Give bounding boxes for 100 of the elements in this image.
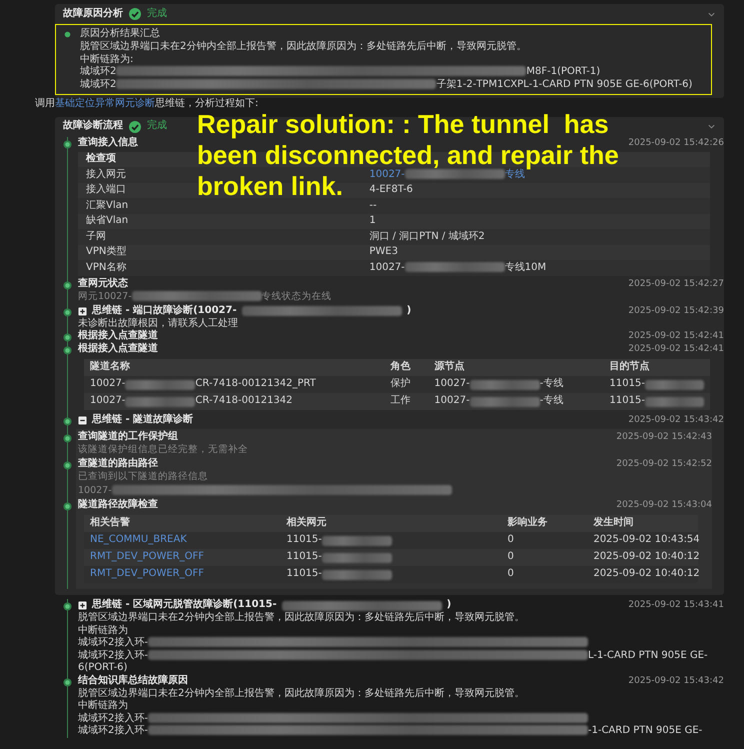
table-cell: CR-7418-00121342 xyxy=(195,395,293,408)
table-cell: -- xyxy=(369,200,377,212)
table-cell: 子网 xyxy=(86,230,106,242)
table-cell: 洞口 / 洞口PTN / 城域环2 xyxy=(369,230,485,243)
column-header: 相关网元 xyxy=(280,515,502,532)
table-cell: 接入网元 xyxy=(86,168,126,180)
panel-title: 故障原因分析 xyxy=(63,8,123,20)
step-text: 中断链路为 xyxy=(78,624,128,636)
status-label: 完成 xyxy=(147,120,167,133)
alarm-link[interactable]: NE_COMMU_BREAK xyxy=(90,534,187,547)
step-title: 查询隧道的工作保护组 xyxy=(78,431,178,444)
table-cell: 4-EF8T-6 xyxy=(369,184,413,196)
summary-text: 城域环2 xyxy=(80,78,116,90)
timestamp: 2025-09-02 15:43:04 xyxy=(616,499,712,512)
table-cell: 10027- xyxy=(434,378,470,391)
table-cell: VPN名称 xyxy=(86,262,126,272)
table-cell: 11015- xyxy=(610,395,645,408)
table-cell: 工作 xyxy=(390,395,410,408)
step-text: 城域环2接入环- xyxy=(78,725,148,736)
step-title: ) xyxy=(446,599,452,612)
step-title: 思维链 - 端口故障诊断(10027- xyxy=(92,304,237,318)
table-cell: 2025-09-02 10:40:12 xyxy=(593,568,700,581)
timestamp: 2025-09-02 15:42:26 xyxy=(628,136,724,150)
table-cell: CR-7418-00121342_PRT xyxy=(195,378,316,391)
step-title: 查隧道的路由路径 xyxy=(78,458,158,471)
step-title: 根据接入点查隧道 xyxy=(78,330,158,342)
column-header: 源节点 xyxy=(428,359,604,376)
redacted-blur xyxy=(644,380,704,390)
table-cell: 1 xyxy=(369,215,376,228)
step-text: 未诊断出故障根因，请联系人工处理 xyxy=(78,318,238,328)
table-cell: -专线 xyxy=(540,378,564,391)
redacted-blur xyxy=(322,536,392,546)
table-cell: -专线 xyxy=(540,395,564,408)
redacted-blur xyxy=(322,552,392,562)
step-title: 思维链 - 区域网元脱管故障诊断(11015- xyxy=(92,599,277,612)
table-cell: 2025-09-02 10:40:12 xyxy=(593,551,700,564)
summary-text: 脱管区域边界端口未在2分钟内全部上报告警，因此故障原因为：多处链路先后中断，导致网元脱管。 xyxy=(80,41,526,52)
step-text: 已查询到以下隧道的路径信息 xyxy=(78,471,208,482)
step-title: 查网元状态 xyxy=(78,278,128,290)
status-dot-icon xyxy=(64,30,71,39)
table-cell: 汇聚Vlan xyxy=(86,200,128,210)
step-text: 脱管区域边界端口未在2分钟内全部上报告警，因此故障原因为：多处链路先后中断，导致网元脱管。 xyxy=(78,688,524,698)
table-cell: 0 xyxy=(508,568,514,581)
timestamp: 2025-09-02 15:42:39 xyxy=(628,304,724,318)
alarm-link[interactable]: RMT_DEV_POWER_OFF xyxy=(90,568,204,581)
table-cell: 10027- xyxy=(90,378,126,391)
step-title: 查询接入信息 xyxy=(78,136,138,150)
redacted-blur xyxy=(322,570,392,580)
table-cell: PWE3 xyxy=(369,246,398,258)
table-cell: 0 xyxy=(508,534,514,547)
table-cell: 专线10M xyxy=(504,262,546,274)
redacted-blur xyxy=(644,396,704,406)
column-header: 目的节点 xyxy=(604,359,710,376)
step-text: 10027- xyxy=(78,485,112,496)
table-cell: 0 xyxy=(508,551,514,564)
table-cell: 缺省Vlan xyxy=(86,215,128,226)
column-header: 发生时间 xyxy=(587,515,698,532)
step-title: 思维链 - 隧道故障诊断 xyxy=(92,414,194,427)
summary-text: 中断链路为: xyxy=(80,54,134,64)
step-text: 中断链路为 xyxy=(78,700,128,711)
table-cell: 11015- xyxy=(286,568,322,581)
table-cell: 10027- xyxy=(434,395,470,408)
timestamp: 2025-09-02 15:42:41 xyxy=(628,330,724,343)
timestamp: 2025-09-02 15:43:41 xyxy=(628,599,724,612)
toggle-icon[interactable] xyxy=(78,306,87,316)
chain-link[interactable]: 基础定位异常网元诊断 xyxy=(55,98,155,109)
table-cell: 11015- xyxy=(286,534,322,547)
link-text[interactable]: 专线 xyxy=(504,168,525,181)
step-title: 根据接入点查隧道 xyxy=(78,343,158,356)
step-text: 城域环2接入环- xyxy=(78,650,148,660)
annotation-text: been disconnected, and repair the xyxy=(197,140,619,170)
step-title: 结合知识库总结故障原因 xyxy=(78,674,188,688)
redacted-blur xyxy=(470,396,540,406)
status-label: 完成 xyxy=(147,8,167,20)
chevron-icon[interactable] xyxy=(707,122,716,131)
step-text: L-1-CARD PTN 905E GE- xyxy=(588,650,708,660)
timestamp: 2025-09-02 15:42:27 xyxy=(628,278,724,290)
table-cell: 10027- xyxy=(90,395,126,408)
timestamp: 2025-09-02 15:42:43 xyxy=(616,431,712,444)
table-cell: 接入端口 xyxy=(86,184,126,195)
timestamp: 2025-09-02 15:42:52 xyxy=(616,458,712,471)
step-title: 隧道路径故障检查 xyxy=(78,499,158,512)
toggle-icon[interactable] xyxy=(78,416,87,425)
step-text: 网元10027- xyxy=(78,290,132,302)
summary-text: 子架1-2-TPM1CXPL-1-CARD PTN 905E GE-6(PORT-6) xyxy=(436,78,692,90)
panel-title: 故障诊断流程 xyxy=(63,120,123,133)
redacted-blur xyxy=(470,380,540,390)
invoke-text: 调用 xyxy=(35,98,55,109)
table-cell: 11015- xyxy=(286,551,322,564)
link-text[interactable]: 10027- xyxy=(369,168,405,181)
timestamp: 2025-09-02 15:43:42 xyxy=(628,414,724,427)
table-cell: 11015- xyxy=(610,378,645,391)
timestamp: 2025-09-02 15:43:42 xyxy=(628,674,724,688)
toggle-icon[interactable] xyxy=(78,601,87,610)
step-title: ) xyxy=(406,304,412,318)
redacted-blur xyxy=(125,380,196,390)
step-text: -1-CARD PTN 905E GE- xyxy=(588,725,702,736)
redacted-blur xyxy=(125,396,196,406)
step-text: 6(PORT-6) xyxy=(78,662,128,673)
summary-text: M8F-1(PORT-1) xyxy=(526,66,600,77)
